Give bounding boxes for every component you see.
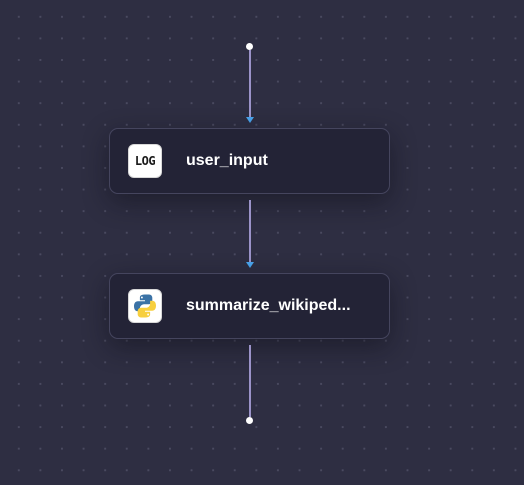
node-user-input[interactable]: LOG user_input bbox=[109, 128, 390, 194]
start-port[interactable] bbox=[246, 43, 253, 50]
python-logo bbox=[134, 294, 156, 318]
edge-start-to-user-input[interactable] bbox=[249, 50, 251, 117]
edge-user-input-to-summarize[interactable] bbox=[249, 200, 251, 262]
arrow-into-user-input bbox=[245, 117, 254, 123]
workflow-canvas[interactable]: LOG user_input summarize_wikiped... bbox=[0, 0, 524, 485]
log-icon: LOG bbox=[128, 144, 162, 178]
node-label: user_input bbox=[186, 152, 268, 169]
end-port[interactable] bbox=[246, 417, 253, 424]
python-icon bbox=[128, 289, 162, 323]
node-summarize-wikipedia[interactable]: summarize_wikiped... bbox=[109, 273, 390, 339]
edge-summarize-to-end[interactable] bbox=[249, 345, 251, 417]
arrow-into-summarize bbox=[245, 262, 254, 268]
log-icon-text: LOG bbox=[134, 154, 156, 168]
node-label: summarize_wikiped... bbox=[186, 297, 351, 314]
